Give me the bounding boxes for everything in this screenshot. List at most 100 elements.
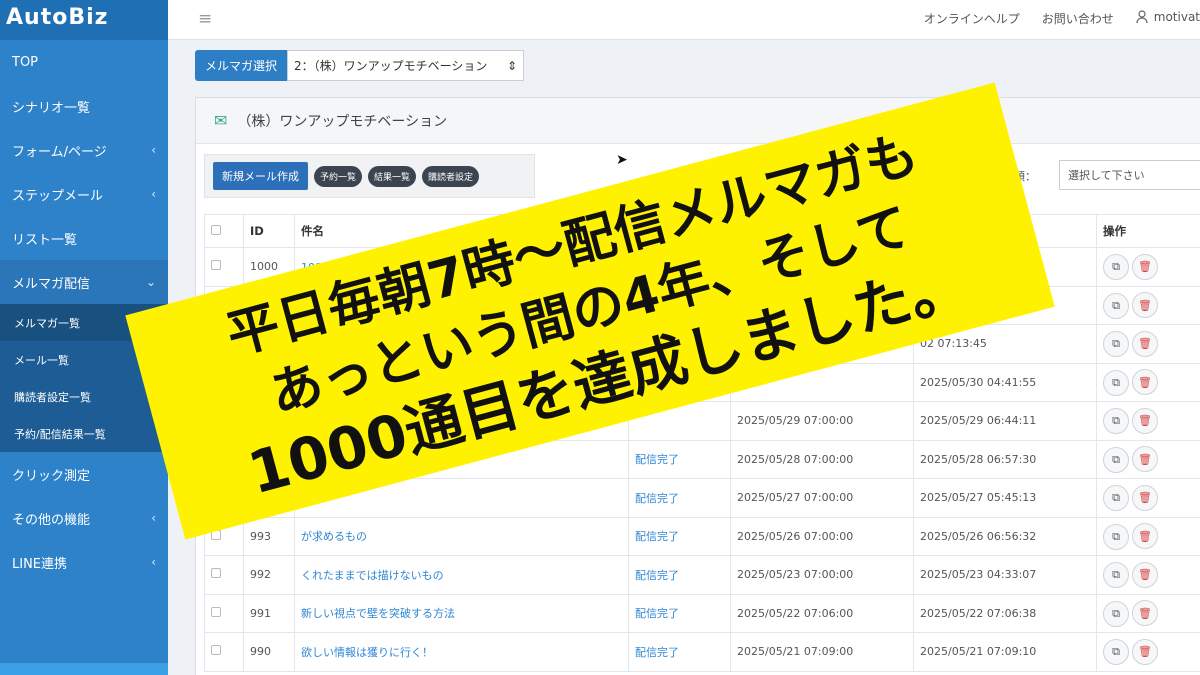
sidebar-item-form-page[interactable]: フォーム/ページ ‹	[0, 128, 168, 172]
status-link[interactable]: 配信完了	[635, 569, 679, 582]
copy-icon[interactable]: ⧉	[1103, 639, 1129, 665]
panel-title: （株）ワンアップモチベーション	[237, 113, 448, 130]
ops-cell: ⧉ 🗑	[1096, 362, 1200, 402]
scheduled-cell: 2025/05/23 07:00:00	[730, 555, 914, 595]
id-cell: 990	[243, 632, 295, 672]
checkbox-cell	[204, 247, 244, 287]
id-cell: 991	[243, 593, 295, 633]
ops-cell: ⧉ 🗑	[1096, 555, 1200, 595]
user-name: motivat	[1153, 10, 1200, 24]
table-row: 992 くれたままでは描けないもの 配信完了 2025/05/23 07:00:00 2…	[204, 555, 1200, 595]
ops-cell: ⧉ 🗑	[1096, 247, 1200, 287]
top-links: オンラインヘルプ お問い合わせ motivat	[924, 10, 1200, 27]
user-icon	[1136, 10, 1148, 24]
app-window: { "brand":{"logo":"AutoBiz"}, "sidebar":…	[0, 0, 1200, 675]
trash-icon[interactable]: 🗑	[1132, 369, 1158, 395]
copy-icon[interactable]: ⧉	[1103, 446, 1129, 473]
copy-icon[interactable]: ⧉	[1103, 292, 1129, 319]
status-cell: 配信完了	[628, 478, 731, 518]
trash-icon[interactable]: 🗑	[1132, 561, 1158, 588]
trash-icon[interactable]: 🗑	[1132, 484, 1158, 511]
trash-icon[interactable]: 🗑	[1132, 446, 1158, 472]
sent-cell: 2025/05/26 06:56:32	[913, 516, 1097, 556]
sent-cell: 2025/05/23 04:33:07	[913, 555, 1097, 595]
status-link[interactable]: 配信完了	[635, 646, 679, 659]
sidebar-subitem-reserve-results[interactable]: 予約/配信結果一覧	[0, 415, 168, 452]
sidebar-item-step-mail[interactable]: ステップメール ‹	[0, 172, 168, 216]
trash-icon[interactable]: 🗑	[1132, 523, 1158, 549]
subject-link[interactable]: 新しい視点で壁を突破する方法	[301, 607, 455, 620]
sidebar-item-top[interactable]: TOP	[0, 40, 168, 84]
subject-link[interactable]: が求めるもの	[301, 530, 367, 543]
reserve-list-button[interactable]: 予約一覧	[314, 165, 363, 187]
new-mail-button[interactable]: 新規メール作成	[213, 162, 308, 190]
scheduled-cell: 2025/05/21 07:09:00	[730, 632, 914, 672]
trash-icon[interactable]: 🗑	[1132, 253, 1158, 280]
ops-cell: ⧉ 🗑	[1096, 478, 1200, 518]
chevron-left-icon: ‹	[151, 555, 156, 569]
sidebar-item-mailmag[interactable]: メルマガ配信 ⌄	[0, 260, 168, 304]
sidebar-item-list[interactable]: リスト一覧	[0, 216, 168, 260]
mailmag-select[interactable]: 2：（株）ワンアップモチベーション ⇕	[287, 50, 525, 81]
subject-cell: 新しい視点で壁を突破する方法	[294, 593, 629, 633]
sidebar-item-other[interactable]: その他の機能 ‹	[0, 496, 168, 540]
ops-cell: ⧉ 🗑	[1096, 285, 1200, 325]
trash-icon[interactable]: 🗑	[1132, 600, 1158, 626]
subject-link[interactable]: くれたままでは描けないもの	[301, 569, 444, 582]
copy-icon[interactable]: ⧉	[1103, 254, 1129, 280]
panel-toolbar: 新規メール作成 予約一覧 結果一覧 購読者設定	[204, 154, 535, 198]
ops-cell: ⧉ 🗑	[1096, 516, 1200, 556]
ops-cell: ⧉ 🗑	[1096, 593, 1200, 633]
row-checkbox[interactable]	[211, 568, 221, 579]
trash-icon[interactable]: 🗑	[1132, 638, 1158, 665]
chevron-left-icon: ‹	[151, 187, 156, 201]
row-checkbox[interactable]	[211, 606, 221, 617]
ops-cell: ⧉ 🗑	[1096, 401, 1200, 441]
sort-select[interactable]: 選択して下さい	[1059, 160, 1200, 190]
select-all-checkbox[interactable]	[211, 225, 221, 235]
status-link[interactable]: 配信完了	[635, 492, 679, 505]
copy-icon[interactable]: ⧉	[1103, 408, 1129, 434]
trash-icon[interactable]: 🗑	[1132, 407, 1158, 434]
sent-cell: 2025/05/21 07:09:10	[913, 632, 1097, 672]
trash-icon[interactable]: 🗑	[1132, 330, 1158, 357]
subject-cell: 欲しい情報は獲りに行く！	[294, 632, 629, 672]
row-checkbox[interactable]	[211, 260, 221, 271]
status-link[interactable]: 配信完了	[635, 453, 679, 466]
chevron-left-icon: ‹	[151, 143, 156, 157]
copy-icon[interactable]: ⧉	[1103, 485, 1129, 511]
copy-icon[interactable]: ⧉	[1103, 562, 1129, 588]
contact-link[interactable]: お問い合わせ	[1042, 10, 1114, 27]
subscriber-settings-button[interactable]: 購読者設定	[422, 165, 480, 187]
id-header[interactable]: ID	[243, 214, 295, 248]
copy-icon[interactable]: ⧉	[1103, 331, 1129, 357]
checkbox-cell	[204, 593, 244, 633]
checkbox-cell	[204, 555, 244, 595]
status-link[interactable]: 配信完了	[635, 607, 679, 620]
copy-icon[interactable]: ⧉	[1103, 600, 1129, 627]
row-checkbox[interactable]	[211, 645, 221, 656]
mailmag-select-label: メルマガ選択	[195, 50, 288, 81]
online-help-link[interactable]: オンラインヘルプ	[924, 10, 1020, 27]
status-link[interactable]: 配信完了	[635, 530, 679, 543]
chevron-down-icon: ⌄	[145, 275, 156, 289]
sidebar-item-scenario[interactable]: シナリオ一覧	[0, 84, 168, 128]
result-list-button[interactable]: 結果一覧	[368, 165, 417, 187]
copy-icon[interactable]: ⧉	[1103, 369, 1129, 396]
envelope-icon: ✉	[214, 111, 228, 130]
copy-icon[interactable]: ⧉	[1103, 523, 1129, 550]
ops-cell: ⧉ 🗑	[1096, 632, 1200, 672]
sidebar-item-line[interactable]: LINE連携 ‹	[0, 540, 168, 584]
ops-header: 操作	[1096, 214, 1200, 248]
ops-cell: ⧉ 🗑	[1096, 439, 1200, 479]
brand-logo[interactable]: AutoBiz	[0, 0, 168, 40]
trash-icon[interactable]: 🗑	[1132, 292, 1158, 318]
menu-icon[interactable]: ≡	[198, 9, 212, 29]
scheduled-cell: 2025/05/22 07:06:00	[730, 593, 914, 633]
sidebar-item-click-tracking[interactable]: クリック測定	[0, 452, 168, 496]
user-menu[interactable]: motivat	[1136, 10, 1200, 27]
top-bar: ≡ オンラインヘルプ お問い合わせ motivat	[168, 0, 1200, 40]
subject-link[interactable]: 欲しい情報は獲りに行く！	[301, 646, 433, 659]
id-cell: 993	[243, 516, 295, 556]
status-cell: 配信完了	[628, 555, 731, 595]
